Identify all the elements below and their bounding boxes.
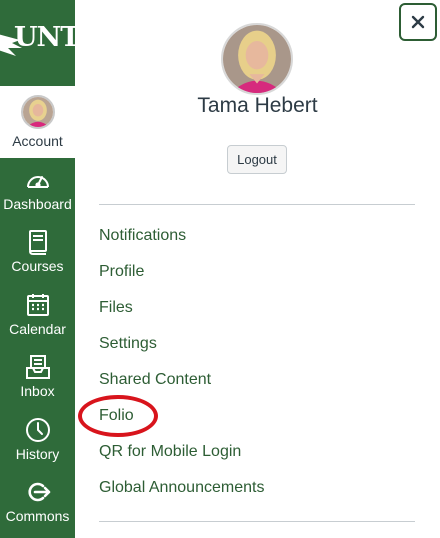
menu-item-profile[interactable]: Profile <box>99 254 264 290</box>
account-tray: Tama Hebert Logout Notifications Profile… <box>75 0 440 538</box>
nav-item-dashboard[interactable]: Dashboard <box>0 158 75 221</box>
close-icon <box>411 15 425 29</box>
menu-item-settings[interactable]: Settings <box>99 326 264 362</box>
divider <box>99 521 415 522</box>
global-navigation: UNT Account Dashboard Courses Calendar I… <box>0 0 75 538</box>
menu-item-qr-mobile-login[interactable]: QR for Mobile Login <box>99 434 264 470</box>
nav-item-inbox[interactable]: Inbox <box>0 346 75 409</box>
folio-highlight-annotation <box>78 395 158 437</box>
nav-item-history[interactable]: History <box>0 408 75 471</box>
close-tray-button[interactable] <box>399 3 437 41</box>
user-name: Tama Hebert <box>197 94 318 117</box>
nav-label-account: Account <box>12 133 63 149</box>
nav-item-calendar[interactable]: Calendar <box>0 283 75 346</box>
menu-item-shared-content[interactable]: Shared Content <box>99 362 264 398</box>
commons-icon <box>27 483 50 502</box>
nav-label-dashboard: Dashboard <box>3 195 72 212</box>
nav-label-history: History <box>15 445 60 462</box>
profile-avatar <box>221 23 293 95</box>
calendar-icon <box>26 293 49 316</box>
menu-item-global-announcements[interactable]: Global Announcements <box>99 470 264 506</box>
nav-item-courses[interactable]: Courses <box>0 221 75 284</box>
menu-item-files[interactable]: Files <box>99 290 264 326</box>
nav-label-inbox: Inbox <box>20 383 55 400</box>
nav-label-calendar: Calendar <box>9 320 66 337</box>
nav-item-account[interactable]: Account <box>0 86 75 158</box>
unt-logo[interactable]: UNT <box>0 0 75 86</box>
nav-item-commons[interactable]: Commons <box>0 471 75 534</box>
nav-label-commons: Commons <box>5 508 70 525</box>
avatar <box>20 95 55 129</box>
dashboard-icon <box>26 175 49 188</box>
menu-item-notifications[interactable]: Notifications <box>99 218 264 254</box>
logout-button[interactable]: Logout <box>227 145 287 174</box>
account-menu: Notifications Profile Files Settings Sha… <box>99 218 264 506</box>
divider <box>99 204 415 205</box>
inbox-icon <box>25 355 50 380</box>
nav-label-courses: Courses <box>11 258 64 275</box>
history-icon <box>25 417 50 442</box>
courses-icon <box>28 230 47 256</box>
logo-text: UNT <box>14 22 75 53</box>
